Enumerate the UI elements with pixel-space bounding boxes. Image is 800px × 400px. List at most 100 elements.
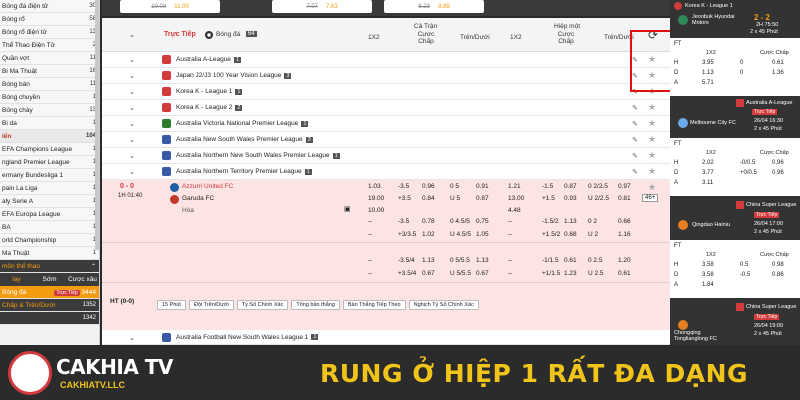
market-filter-chip[interactable]: 15 Phút — [157, 300, 186, 310]
sidebar-item[interactable]: Bi da1 — [0, 117, 99, 130]
odds-cell[interactable]: 0.84 — [422, 195, 435, 202]
sidebar-tab[interactable]: Cược xâu — [66, 273, 99, 286]
sidebar-league[interactable]: pain La Liga1 — [0, 182, 99, 195]
odds-cell[interactable]: 3.77 — [702, 170, 714, 176]
sidebar-item[interactable]: Bóng bàn 11 — [0, 78, 99, 91]
odds-cell[interactable]: 0.67 — [422, 270, 435, 277]
sidebar-league[interactable]: orld Championship1 — [0, 234, 99, 247]
sidebar-item[interactable]: Bóng rổ điện tử 13 — [0, 26, 99, 39]
odds-cell[interactable]: 0 5/5.5 — [450, 257, 470, 264]
more-markets-button[interactable]: 46+ — [642, 194, 659, 202]
sidebar-item[interactable]: Chấp & Trên/Dưới 1352 — [0, 299, 99, 312]
odds-cell[interactable]: -- — [368, 257, 372, 264]
chevron-down-icon[interactable]: ⌄ — [102, 135, 162, 144]
sidebar-item[interactable]: Bóng chày 13 — [0, 104, 99, 117]
odds-cell[interactable]: -- — [368, 270, 372, 277]
odds-cell[interactable]: 1.23 — [564, 270, 577, 277]
odd-box[interactable]: 8.23 8.88 — [384, 0, 484, 13]
favorite-star-icon[interactable]: ★ — [648, 102, 656, 113]
odds-cell[interactable]: 0.96 — [422, 183, 435, 190]
odds-cell[interactable]: +3/3.5 — [398, 231, 416, 238]
live-label[interactable]: Trực Tiếp — [164, 31, 196, 38]
chevron-down-icon[interactable]: ⌄ — [102, 55, 162, 64]
odds-cell[interactable]: 0.86 — [772, 272, 784, 278]
sidebar-item[interactable]: 1342 — [0, 312, 99, 325]
odds-cell[interactable]: -3.5 — [398, 218, 409, 225]
match-card[interactable]: Australia A-League Trực Tiếp Melbourne C… — [670, 96, 800, 138]
sidebar-scrollbar[interactable] — [95, 0, 99, 250]
match-card[interactable]: China Super League Trực Tiếp Chongqing T… — [670, 298, 800, 345]
odds-cell[interactable]: -- — [508, 218, 512, 225]
odds-cell[interactable]: 0 4.5/5 — [450, 218, 470, 225]
odds-cell[interactable]: 10.00 — [368, 207, 384, 214]
chevron-down-icon[interactable]: ⌄ — [102, 167, 162, 176]
odds-cell[interactable]: -1.5 — [542, 183, 553, 190]
favorite-star-icon[interactable]: ★ — [648, 118, 656, 129]
league-row[interactable]: ⌄ Australia New South Wales Premier Leag… — [102, 132, 670, 148]
sidebar-item[interactable]: Bóng đá điện tử 30 — [0, 0, 99, 13]
odds-cell[interactable]: 1.13 — [476, 257, 489, 264]
odds-cell[interactable]: U 5 — [450, 195, 460, 202]
odd-box[interactable]: 10.00 11.00 — [120, 0, 220, 13]
odds-cell[interactable]: 1.16 — [618, 231, 631, 238]
favorite-star-icon[interactable]: ★ — [648, 150, 656, 161]
match-card[interactable]: Korea K - League 1 Jeonbuk Hyundai Motor… — [670, 0, 800, 38]
market-filter-chip[interactable]: Tỷ Số Chính Xác — [236, 300, 289, 310]
chevron-down-icon[interactable]: ⌄ — [102, 87, 162, 96]
market-filter-chip[interactable]: Nghịch Tỷ Số Chính Xác — [408, 300, 479, 310]
odds-cell[interactable]: 1.13 — [422, 257, 435, 264]
odds-cell[interactable]: 5.71 — [702, 80, 714, 86]
sidebar-league[interactable]: EFA Champions League1 — [0, 143, 99, 156]
market-filter-chip[interactable]: Bàn Thắng Tiếp Theo — [342, 300, 406, 310]
odds-cell[interactable]: -- — [508, 231, 512, 238]
odds-cell[interactable]: 0.78 — [422, 218, 435, 225]
league-row[interactable]: ⌄ Australia Northern New South Wales Pre… — [102, 148, 670, 164]
league-row[interactable]: ⌄ Australia Northern Territory Premier L… — [102, 164, 670, 180]
odds-cell[interactable]: 0.97 — [618, 183, 631, 190]
odds-cell[interactable]: 0.98 — [772, 262, 784, 268]
odds-cell[interactable]: -- — [368, 231, 372, 238]
odds-cell[interactable]: 3.11 — [702, 180, 713, 186]
collapse-all-chevron-icon[interactable]: ⌄ — [102, 30, 162, 39]
odds-cell[interactable]: 2.02 — [702, 160, 714, 166]
odds-cell[interactable]: 13.00 — [508, 195, 524, 202]
chevron-down-icon[interactable]: ⌄ — [102, 333, 162, 342]
sidebar-item[interactable]: Thể Thao Điện Tử2 — [0, 39, 99, 52]
odds-cell[interactable]: 0.75 — [476, 218, 489, 225]
sidebar-item[interactable]: Bi Ma Thuật 16 — [0, 65, 99, 78]
odds-cell[interactable]: -- — [508, 270, 512, 277]
home-team[interactable]: Azzurri United FC — [182, 183, 233, 190]
league-row[interactable]: ⌄ Japan J2/J3 100 Year Vision League 3 ✎… — [102, 68, 670, 84]
pin-icon[interactable]: ✎ — [632, 120, 638, 128]
league-row[interactable]: ⌄ Australia Victoria National Premier Le… — [102, 116, 670, 132]
odds-cell[interactable]: 1.36 — [772, 70, 784, 76]
pin-icon[interactable]: ✎ — [632, 136, 638, 144]
odds-cell[interactable]: 3.95 — [702, 60, 714, 66]
league-row[interactable]: ⌄ Korea K - League 2 2 ✎ ★ — [102, 100, 670, 116]
odds-cell[interactable]: 0.66 — [618, 218, 631, 225]
odds-cell[interactable]: 1.03 — [368, 183, 381, 190]
pin-icon[interactable]: ✎ — [632, 152, 638, 160]
odds-cell[interactable]: +3.5 — [398, 195, 411, 202]
odds-cell[interactable]: 0.96 — [772, 160, 784, 166]
odd-box[interactable]: 7.07 7.63 — [272, 0, 372, 13]
odds-cell[interactable]: 1.13 — [564, 218, 577, 225]
odds-cell[interactable]: 0.61 — [618, 270, 631, 277]
league-row[interactable]: ⌄ Korea K - League 1 1 ✎ ★ — [102, 84, 670, 100]
sidebar-item-live-soccer[interactable]: Bóng đá Trực Tiếp 3444 — [0, 286, 99, 299]
odds-cell[interactable]: -1.5/2 — [542, 218, 559, 225]
league-row[interactable]: ⌄ Australia Football New South Wales Lea… — [102, 330, 670, 345]
sidebar-section-sports[interactable]: môn thể thao ⌃ — [0, 260, 99, 273]
league-row[interactable]: ⌄ Australia A-League 1 ✎ ★ — [102, 52, 670, 68]
odds-cell[interactable]: 1.02 — [422, 231, 435, 238]
odds-cell[interactable]: 0.61 — [772, 60, 784, 66]
stats-icon[interactable]: ▣ — [344, 205, 351, 213]
sidebar-league[interactable]: EFA Europa League1 — [0, 208, 99, 221]
odds-cell[interactable]: U 2.5 — [588, 270, 604, 277]
odds-cell[interactable]: -- — [368, 218, 372, 225]
odds-cell[interactable]: -1/1.5 — [542, 257, 559, 264]
favorite-star-icon[interactable]: ★ — [648, 182, 656, 193]
odds-cell[interactable]: 0.81 — [618, 195, 631, 202]
odds-cell[interactable]: 0 2/2.5 — [588, 183, 608, 190]
match-card[interactable]: China Super League Trực Tiếp Qingdao Hai… — [670, 196, 800, 240]
